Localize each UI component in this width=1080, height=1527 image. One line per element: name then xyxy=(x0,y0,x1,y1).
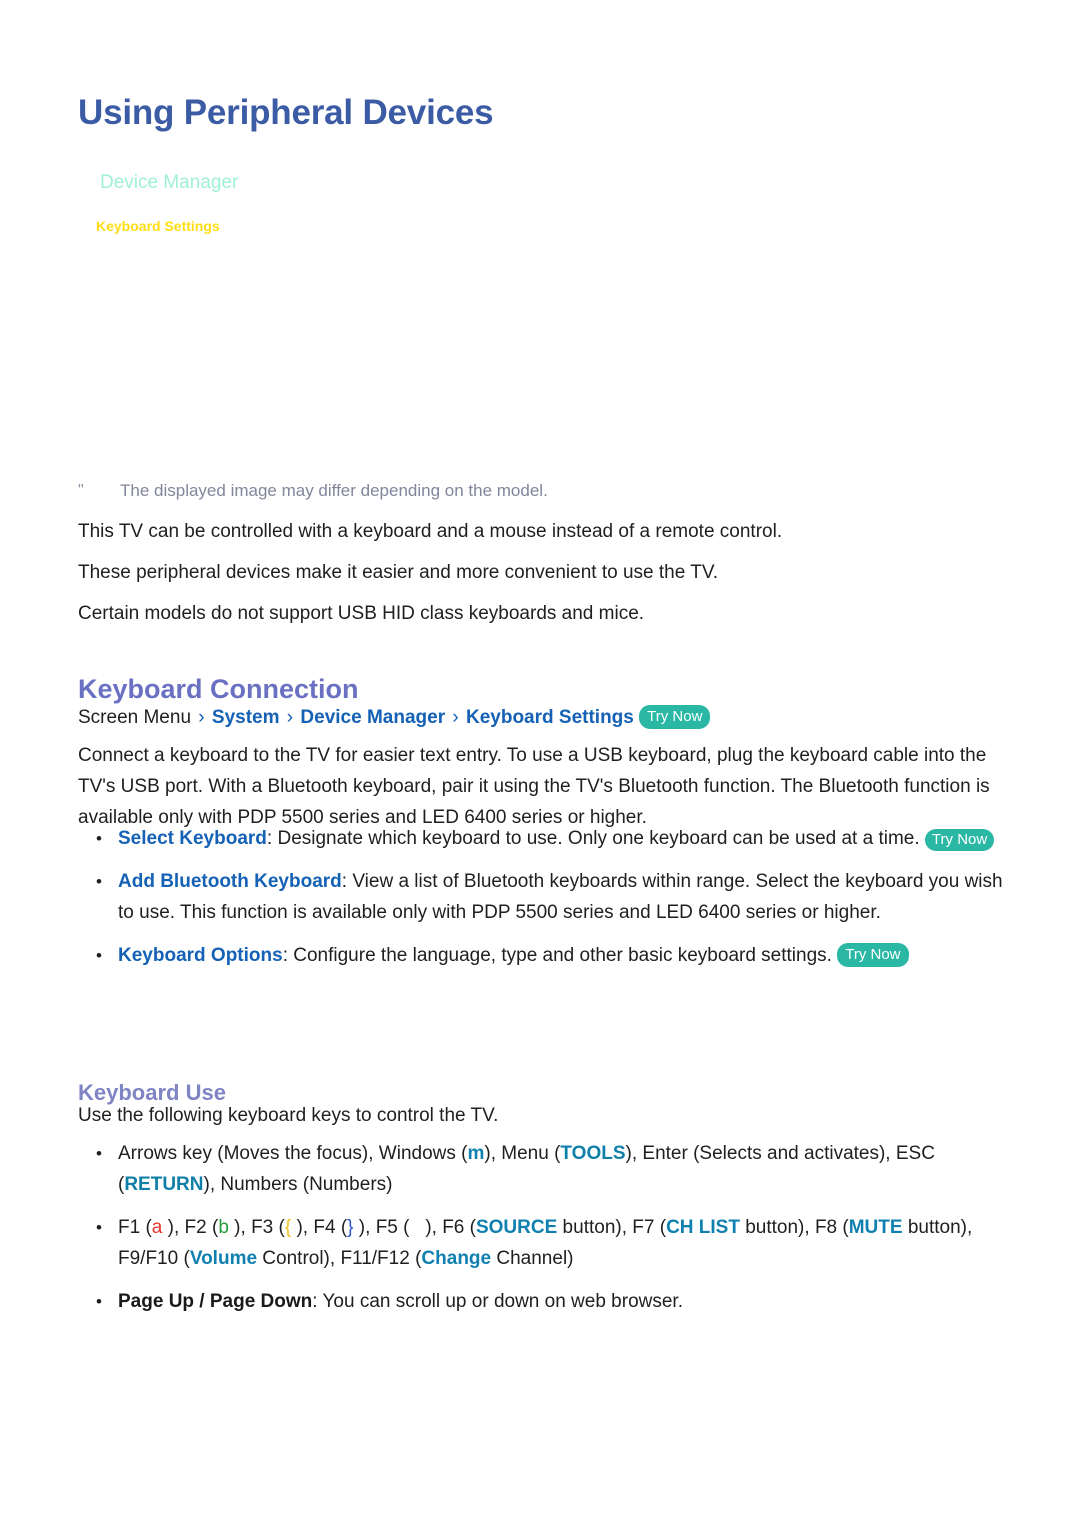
intro-line: This TV can be controlled with a keyboar… xyxy=(78,521,783,542)
list-item: Arrows key (Moves the focus), Windows (m… xyxy=(78,1138,1018,1200)
fkey-f7-close: button), xyxy=(739,1217,815,1238)
intro-block: This TV can be controlled with a keyboar… xyxy=(78,515,1008,638)
fkey-f1-close: ), xyxy=(162,1217,185,1238)
page-title: Using Peripheral Devices xyxy=(78,93,494,133)
fkey-f5-label: F5 ( xyxy=(375,1217,410,1238)
key-ch-list: CH LIST xyxy=(666,1217,740,1238)
note-marker-icon: " xyxy=(78,482,84,499)
fkey-f4-close: ), xyxy=(353,1217,376,1238)
key-return: RETURN xyxy=(124,1174,204,1195)
breadcrumb-separator-icon: › xyxy=(198,707,205,728)
bullet-text: Designate which keyboard to use. Only on… xyxy=(277,828,920,849)
fkey-f7-label: F7 ( xyxy=(632,1217,667,1238)
section-heading-keyboard-connection: Keyboard Connection xyxy=(78,674,359,705)
list-item: Page Up / Page Down: You can scroll up o… xyxy=(78,1286,1018,1317)
key-tools: TOOLS xyxy=(560,1143,626,1164)
breadcrumb: Screen Menu › System › Device Manager › … xyxy=(78,705,711,731)
list-item: Keyboard Options: Configure the language… xyxy=(78,940,1018,971)
f1-glyph-icon: a xyxy=(151,1217,163,1238)
try-now-badge[interactable]: Try Now xyxy=(837,943,909,967)
list-item: Select Keyboard: Designate which keyboar… xyxy=(78,823,1018,854)
fkey-f9-close: Control), xyxy=(257,1248,341,1269)
paragraph-keyboard-connection: Connect a keyboard to the TV for easier … xyxy=(78,745,990,828)
bullet-separator: : xyxy=(266,828,273,849)
mock-panel-item-keyboard-settings: Keyboard Settings xyxy=(96,218,220,234)
mock-panel-title: Device Manager xyxy=(100,172,239,193)
device-manager-screenshot-placeholder: Device Manager Keyboard Settings xyxy=(78,160,982,460)
fkey-f6-label: F6 ( xyxy=(442,1217,476,1238)
fkey-f8-label: F8 ( xyxy=(814,1217,849,1238)
fkey-f4-label: F4 ( xyxy=(313,1217,348,1238)
list-item: Add Bluetooth Keyboard: View a list of B… xyxy=(78,866,1018,928)
breadcrumb-item-keyboard-settings[interactable]: Keyboard Settings xyxy=(466,707,634,728)
bullet-term: Select Keyboard xyxy=(118,828,267,849)
document-page: Using Peripheral Devices Device Manager … xyxy=(0,0,1080,1527)
fkey-f8-close: button), xyxy=(902,1217,973,1238)
bullet-text-mid: ), Menu ( xyxy=(484,1143,561,1164)
bullet-text-prefix: Arrows key (Moves the focus), Windows ( xyxy=(118,1143,468,1164)
bullet-text: Configure the language, type and other b… xyxy=(293,945,832,966)
fkey-f5-close: ), xyxy=(425,1217,443,1238)
try-now-badge[interactable]: Try Now xyxy=(924,829,995,851)
bullet-term: Page Up / Page Down xyxy=(118,1291,313,1312)
bullet-term: Add Bluetooth Keyboard xyxy=(118,871,342,892)
bullet-term: Keyboard Options xyxy=(118,945,283,966)
bullet-text: You can scroll up or down on web browser… xyxy=(322,1291,683,1312)
breadcrumb-separator-icon: › xyxy=(452,707,459,728)
fkey-f2-close: ), xyxy=(228,1217,252,1238)
key-source: SOURCE xyxy=(475,1217,558,1238)
bullet-separator: : xyxy=(312,1291,318,1312)
breadcrumb-item-system[interactable]: System xyxy=(212,707,280,728)
list-item: F1 (a ), F2 (b ), F3 ({ ), F4 (} ), F5 (… xyxy=(78,1212,1018,1274)
bullet-list-keyboard-connection: Select Keyboard: Designate which keyboar… xyxy=(78,823,1018,983)
breadcrumb-root: Screen Menu xyxy=(78,707,192,728)
bullet-list-keyboard-use: Arrows key (Moves the focus), Windows (m… xyxy=(78,1138,1018,1329)
fkey-f11-close: Channel) xyxy=(491,1248,574,1269)
intro-line: Certain models do not support USB HID cl… xyxy=(78,603,645,624)
f5-glyph-icon xyxy=(409,1217,425,1238)
key-change: Change xyxy=(421,1248,492,1269)
fkey-f2-label: F2 ( xyxy=(184,1217,219,1238)
note-row: " The displayed image may differ dependi… xyxy=(78,480,982,502)
bullet-text-suffix: ), Numbers (Numbers) xyxy=(203,1174,393,1195)
key-volume: Volume xyxy=(189,1248,258,1269)
fkey-f11-label: F11/F12 ( xyxy=(340,1248,422,1269)
bullet-separator: : xyxy=(282,945,288,966)
f2-glyph-icon: b xyxy=(218,1217,229,1238)
bullet-separator: : xyxy=(341,871,348,892)
intro-line: These peripheral devices make it easier … xyxy=(78,562,719,583)
breadcrumb-separator-icon: › xyxy=(286,707,294,728)
fkey-f1-label: F1 ( xyxy=(118,1217,152,1238)
key-mute: MUTE xyxy=(848,1217,903,1238)
fkey-f9-label: F9/F10 ( xyxy=(118,1248,190,1269)
fkey-f3-close: ), xyxy=(291,1217,314,1238)
breadcrumb-item-device-manager[interactable]: Device Manager xyxy=(300,707,445,728)
note-text: The displayed image may differ depending… xyxy=(120,481,548,500)
fkey-f3-label: F3 ( xyxy=(251,1217,285,1238)
try-now-badge[interactable]: Try Now xyxy=(639,705,711,729)
windows-key-glyph: m xyxy=(467,1143,485,1164)
fkey-f6-close: button), xyxy=(557,1217,633,1238)
paragraph-keyboard-use: Use the following keyboard keys to contr… xyxy=(78,1105,499,1126)
